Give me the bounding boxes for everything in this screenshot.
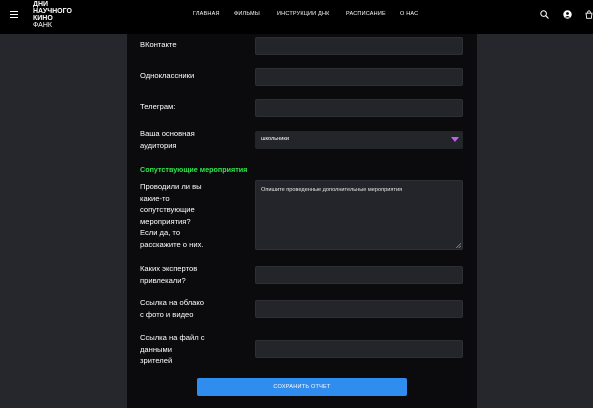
nav-instructions[interactable]: ИНСТРУКЦИИ ДНК	[277, 11, 330, 17]
audience-label-line: Ваша основная	[140, 129, 195, 138]
cloud-label-line: с фото и видео	[140, 309, 194, 319]
viewers-label: Ссылка на файл с данными зрителей	[140, 332, 205, 367]
events-label-line: мероприятия?	[140, 216, 191, 226]
telegram-label: Телеграм:	[140, 102, 176, 111]
viewers-label-line: Ссылка на файл с	[140, 333, 205, 342]
events-label: Проводили ли вы какие-то сопутствующие м…	[140, 181, 203, 250]
events-label-line: расскажите о них.	[140, 239, 204, 249]
user-icon[interactable]	[563, 10, 572, 19]
nav-home[interactable]: ГЛАВНАЯ	[193, 11, 220, 17]
cloud-link-input[interactable]	[255, 300, 463, 318]
nav-schedule[interactable]: РАСПИСАНИЕ	[346, 11, 386, 17]
cart-icon[interactable]	[585, 10, 593, 19]
audience-label-line: аудитория	[140, 140, 177, 150]
events-label-line: Проводили ли вы	[140, 182, 202, 191]
nav-films[interactable]: ФИЛЬМЫ	[234, 11, 260, 17]
viewers-label-line: данными	[140, 344, 172, 354]
cloud-label-line: Ссылка на облако	[140, 298, 205, 307]
events-placeholder: Опишите проведенные дополнительные мероп…	[261, 187, 403, 193]
audience-select-value: школьники	[261, 136, 289, 142]
events-label-line: какие-то	[140, 193, 170, 203]
ok-label: Одноклассники	[140, 71, 195, 80]
events-textarea[interactable]: Опишите проведенные дополнительные мероп…	[255, 180, 463, 250]
section-title: Сопутствующие мероприятия	[140, 165, 248, 174]
ok-input[interactable]	[255, 68, 463, 86]
events-label-line: сопутствующие	[140, 205, 195, 214]
events-label-line: Если да, то	[140, 228, 181, 237]
experts-label-line: Каких экспертов	[140, 264, 198, 273]
logo-line: ФАНК	[33, 22, 52, 29]
search-icon[interactable]	[540, 10, 549, 19]
vk-label: ВКонтакте	[140, 40, 177, 49]
dropdown-arrow-icon	[451, 137, 459, 142]
save-report-button[interactable]: СОХРАНИТЬ ОТЧЕТ	[197, 378, 407, 396]
left-background	[0, 34, 127, 408]
experts-label: Каких экспертов привлекали?	[140, 263, 197, 286]
resize-handle-icon[interactable]	[456, 243, 461, 248]
nav-about[interactable]: О НАС	[400, 11, 418, 17]
telegram-input[interactable]	[255, 99, 463, 117]
experts-input[interactable]	[255, 266, 463, 284]
viewers-file-input[interactable]	[255, 340, 463, 358]
audience-select[interactable]: школьники	[255, 131, 463, 149]
cloud-label: Ссылка на облако с фото и видео	[140, 297, 204, 320]
vk-input[interactable]	[255, 37, 463, 55]
viewers-label-line: зрителей	[140, 356, 173, 365]
experts-label-line: привлекали?	[140, 275, 186, 285]
audience-label: Ваша основная аудитория	[140, 128, 195, 151]
logo-line: ДНИ	[33, 1, 49, 8]
top-navigation-bar: ДНИ НАУЧНОГО КИНО ФАНК ГЛАВНАЯ ФИЛЬМЫ ИН…	[0, 0, 593, 34]
right-background	[477, 34, 593, 408]
main-nav: ГЛАВНАЯ ФИЛЬМЫ ИНСТРУКЦИИ ДНК РАСПИСАНИЕ…	[0, 11, 593, 21]
